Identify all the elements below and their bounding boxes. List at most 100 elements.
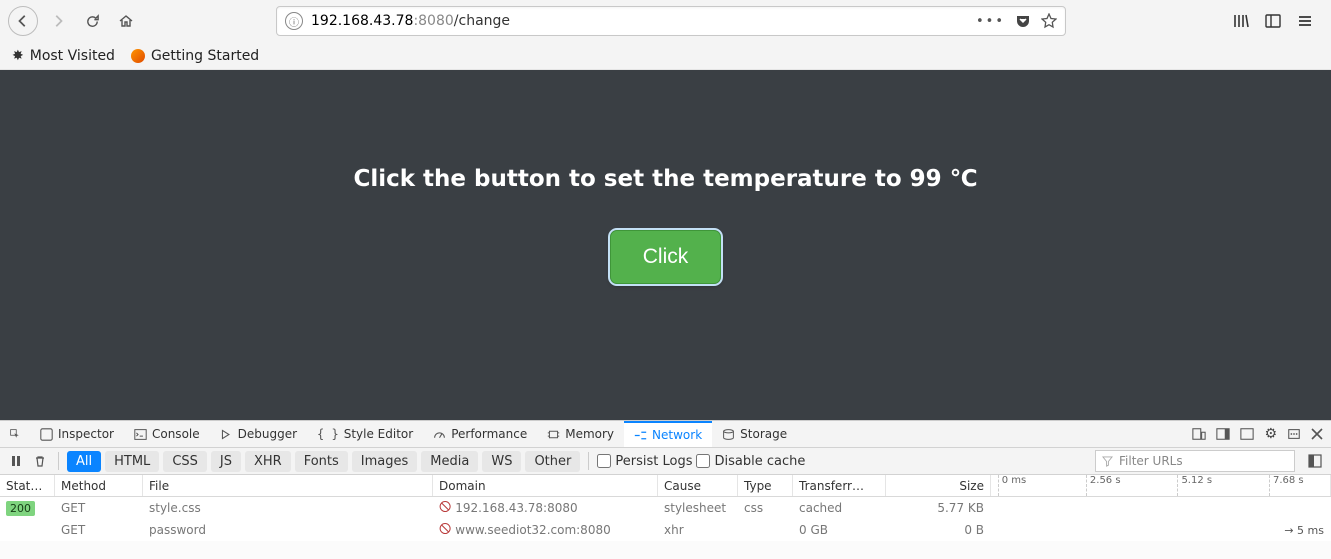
cell-file: password — [143, 519, 433, 541]
tab-label: Performance — [451, 427, 527, 441]
network-toolbar: All HTML CSS JS XHR Fonts Images Media W… — [0, 448, 1331, 475]
network-row[interactable]: GET password 🛇 www.seediot32.com:8080 xhr… — [0, 519, 1331, 541]
cell-size: 5.77 KB — [886, 497, 991, 519]
filter-urls-input[interactable]: Filter URLs — [1095, 450, 1295, 472]
placeholder-text: Filter URLs — [1119, 454, 1183, 468]
disable-cache-checkbox[interactable]: Disable cache — [696, 454, 805, 469]
filter-xhr[interactable]: XHR — [245, 451, 291, 472]
firefox-icon — [131, 49, 145, 63]
checkbox-label: Disable cache — [714, 454, 805, 469]
waterfall-tick: 2.56 s — [1086, 475, 1121, 496]
tab-label: Style Editor — [344, 427, 413, 441]
tab-label: Network — [652, 428, 702, 442]
tab-style-editor[interactable]: { } Style Editor — [307, 421, 423, 447]
tab-network[interactable]: Network — [624, 421, 712, 447]
col-method[interactable]: Method — [55, 475, 143, 496]
tab-label: Memory — [565, 427, 614, 441]
cell-domain: www.seediot32.com:8080 — [455, 523, 610, 537]
network-columns-header: Stat… Method File Domain Cause Type Tran… — [0, 475, 1331, 497]
forward-button[interactable] — [44, 7, 72, 35]
tab-performance[interactable]: Performance — [423, 421, 537, 447]
col-status[interactable]: Stat… — [0, 475, 55, 496]
dock-window-icon[interactable] — [1240, 427, 1254, 441]
bookmark-most-visited[interactable]: ✸ Most Visited — [12, 48, 115, 64]
filter-js[interactable]: JS — [211, 451, 241, 472]
filter-css[interactable]: CSS — [163, 451, 207, 472]
gear-icon: ✸ — [12, 48, 24, 64]
reload-button[interactable] — [78, 7, 106, 35]
filter-media[interactable]: Media — [421, 451, 478, 472]
checkbox-label: Persist Logs — [615, 454, 692, 469]
clear-icon[interactable] — [30, 451, 50, 471]
tab-debugger[interactable]: Debugger — [210, 421, 307, 447]
url-text: 192.168.43.78:8080/change — [311, 13, 510, 29]
filter-other[interactable]: Other — [525, 451, 580, 472]
col-waterfall[interactable]: 0 ms 2.56 s 5.12 s 7.68 s — [991, 475, 1331, 496]
bookmark-star-icon[interactable] — [1041, 13, 1057, 29]
tab-storage[interactable]: Storage — [712, 421, 797, 447]
cell-method: GET — [55, 497, 143, 519]
col-type[interactable]: Type — [738, 475, 793, 496]
devtools-more-icon[interactable] — [1287, 427, 1301, 441]
persist-logs-checkbox[interactable]: Persist Logs — [597, 454, 692, 469]
click-button[interactable]: Click — [610, 230, 722, 284]
filter-html[interactable]: HTML — [105, 451, 159, 472]
devtools-settings-icon[interactable]: ⚙ — [1264, 426, 1277, 442]
cell-size: 0 B — [886, 519, 991, 541]
cell-cause: stylesheet — [658, 497, 738, 519]
home-button[interactable] — [112, 7, 140, 35]
responsive-design-icon[interactable] — [1192, 427, 1206, 441]
library-icon[interactable] — [1233, 13, 1249, 29]
filter-ws[interactable]: WS — [482, 451, 521, 472]
tab-console[interactable]: Console — [124, 421, 210, 447]
filter-images[interactable]: Images — [352, 451, 418, 472]
filter-fonts[interactable]: Fonts — [295, 451, 348, 472]
cell-type: css — [738, 497, 793, 519]
cell-file: style.css — [143, 497, 433, 519]
cell-type — [738, 519, 793, 541]
cell-method: GET — [55, 519, 143, 541]
url-bar[interactable]: ⓘ 192.168.43.78:8080/change ••• — [276, 6, 1066, 36]
waterfall-tick: 5.12 s — [1177, 475, 1212, 496]
col-cause[interactable]: Cause — [658, 475, 738, 496]
devtools-pick-element-icon[interactable] — [0, 421, 30, 447]
pause-icon[interactable] — [6, 451, 26, 471]
devtools-tabs: Inspector Console Debugger { } Style Edi… — [0, 421, 1331, 448]
browser-toolbar: ⓘ 192.168.43.78:8080/change ••• — [0, 0, 1331, 42]
page-heading: Click the button to set the temperature … — [353, 166, 977, 192]
tab-label: Console — [152, 427, 200, 441]
tab-label: Storage — [740, 427, 787, 441]
cell-waterfall — [991, 497, 1331, 519]
col-transferred[interactable]: Transferr… — [793, 475, 886, 496]
cell-cause: xhr — [658, 519, 738, 541]
col-file[interactable]: File — [143, 475, 433, 496]
filter-all[interactable]: All — [67, 451, 101, 472]
app-menu-icon[interactable] — [1297, 13, 1313, 29]
tab-label: Inspector — [58, 427, 114, 441]
sidebars-icon[interactable] — [1265, 13, 1281, 29]
devtools-panel: Inspector Console Debugger { } Style Edi… — [0, 420, 1331, 559]
page-actions-icon[interactable]: ••• — [976, 14, 1005, 29]
bookmark-label: Most Visited — [30, 48, 115, 64]
funnel-icon — [1102, 456, 1113, 467]
har-icon[interactable] — [1305, 451, 1325, 471]
waterfall-tick: 7.68 s — [1269, 475, 1304, 496]
network-row[interactable]: 200 GET style.css 🛇192.168.43.78:8080 st… — [0, 497, 1331, 519]
cell-waterfall: → 5 ms — [991, 519, 1331, 541]
col-size[interactable]: Size — [886, 475, 991, 496]
tab-inspector[interactable]: Inspector — [30, 421, 124, 447]
insecure-icon: 🛇 — [439, 520, 451, 541]
tab-memory[interactable]: Memory — [537, 421, 624, 447]
bookmark-getting-started[interactable]: Getting Started — [131, 48, 259, 64]
dock-side-icon[interactable] — [1216, 427, 1230, 441]
site-info-icon[interactable]: ⓘ — [285, 12, 303, 30]
cell-transferred: cached — [793, 497, 886, 519]
back-button[interactable] — [8, 6, 38, 36]
cell-domain: 192.168.43.78:8080 — [455, 501, 577, 515]
bookmarks-bar: ✸ Most Visited Getting Started — [0, 42, 1331, 70]
pocket-icon[interactable] — [1015, 13, 1031, 29]
insecure-icon: 🛇 — [439, 498, 451, 519]
col-domain[interactable]: Domain — [433, 475, 658, 496]
cell-transferred: 0 GB — [793, 519, 886, 541]
devtools-close-icon[interactable] — [1311, 428, 1323, 440]
